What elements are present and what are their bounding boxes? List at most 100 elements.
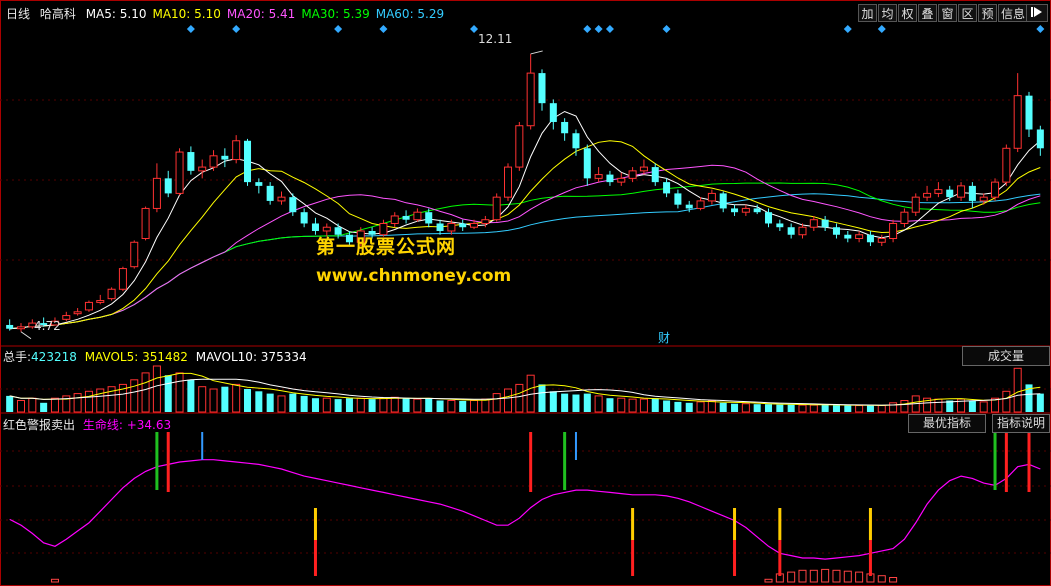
volume-bar bbox=[73, 393, 82, 413]
volume-bar bbox=[515, 383, 524, 413]
volume-bar bbox=[741, 403, 750, 413]
green-signal-bar bbox=[993, 432, 997, 490]
volume-bar bbox=[289, 393, 297, 412]
volume-total-label: 总手: bbox=[3, 350, 32, 364]
event-marker bbox=[186, 25, 195, 33]
volume-bar bbox=[175, 372, 184, 413]
sell-signal-bar bbox=[529, 432, 533, 492]
volume-bar bbox=[707, 400, 716, 413]
candle-body bbox=[16, 326, 26, 330]
volume-bar bbox=[152, 365, 161, 413]
candle-body bbox=[515, 125, 524, 168]
candle-body bbox=[425, 212, 433, 224]
candle-body bbox=[141, 207, 150, 240]
candle-body bbox=[561, 121, 569, 134]
candle-body bbox=[877, 238, 886, 243]
candle-body bbox=[538, 73, 546, 104]
candle-body bbox=[130, 241, 139, 268]
candle-body bbox=[719, 193, 727, 209]
volume-total-value: 423218 bbox=[31, 350, 77, 364]
candle-body bbox=[311, 223, 319, 231]
volume-indicator-button[interactable]: 成交量 bbox=[962, 346, 1050, 366]
candle-body bbox=[572, 133, 580, 149]
event-marker bbox=[594, 25, 603, 33]
indicator-header: 红色警报卖出 生命线: +34.63 bbox=[3, 416, 171, 433]
candle-body bbox=[855, 234, 864, 240]
volume-bar bbox=[130, 379, 139, 413]
volume-bar bbox=[1002, 390, 1011, 413]
volume-bar bbox=[900, 400, 909, 413]
candle-body bbox=[707, 192, 716, 202]
volume-bar bbox=[753, 404, 761, 412]
candle-body bbox=[470, 222, 479, 228]
volume-bar bbox=[832, 405, 840, 412]
event-marker bbox=[470, 25, 479, 33]
candle-body bbox=[696, 200, 705, 209]
candle-body bbox=[663, 182, 671, 194]
volume-bar bbox=[447, 400, 456, 413]
volume-bar bbox=[1013, 367, 1022, 413]
volume-bar bbox=[651, 398, 659, 412]
candle-body bbox=[73, 311, 82, 315]
ma10-line bbox=[9, 140, 1041, 330]
volume-bar bbox=[663, 400, 671, 412]
candle-body bbox=[300, 212, 308, 224]
best-indicator-button[interactable]: 最优指标 bbox=[908, 414, 986, 433]
volume-bar bbox=[266, 393, 274, 412]
candle-body bbox=[685, 204, 693, 209]
yellow-signal-red-part bbox=[778, 540, 782, 576]
volume-bar bbox=[28, 397, 37, 413]
event-marker bbox=[334, 25, 343, 33]
volume-bar bbox=[809, 404, 818, 413]
candle-body bbox=[6, 324, 14, 329]
volume-bar bbox=[425, 398, 433, 412]
candle-body bbox=[821, 219, 829, 228]
candle-body bbox=[674, 193, 682, 205]
candle-body bbox=[900, 211, 909, 224]
candle-body bbox=[107, 288, 116, 300]
event-marker bbox=[877, 25, 886, 33]
candle-body bbox=[934, 189, 943, 194]
mavol10-label: MAVOL10: 375334 bbox=[195, 350, 307, 364]
candle-body bbox=[651, 167, 659, 183]
candle-body bbox=[946, 189, 954, 198]
candle-body bbox=[979, 196, 988, 202]
indicator-bar bbox=[809, 569, 818, 583]
indicator-bar bbox=[877, 575, 886, 583]
candle-body bbox=[481, 219, 490, 224]
mavol5-label: MAVOL5: 351482 bbox=[84, 350, 188, 364]
volume-bar bbox=[696, 401, 705, 413]
yellow-signal-red-part bbox=[733, 540, 737, 576]
yellow-signal-bar bbox=[733, 508, 737, 540]
finance-marker[interactable]: 财 bbox=[658, 329, 670, 346]
life-line-label: 生命线: +34.63 bbox=[82, 418, 172, 432]
volume-bar bbox=[1036, 393, 1044, 412]
green-signal-bar bbox=[563, 432, 567, 490]
candle-body bbox=[187, 152, 195, 171]
volume-bar bbox=[968, 400, 976, 412]
volume-bar bbox=[164, 375, 172, 412]
event-marker bbox=[379, 25, 388, 33]
volume-bar bbox=[572, 394, 580, 412]
candle-body bbox=[390, 215, 399, 224]
price-high-label: 12.11 bbox=[478, 32, 513, 46]
candle-body bbox=[991, 181, 1000, 198]
volume-bar bbox=[96, 388, 105, 413]
yellow-signal-bar bbox=[778, 508, 782, 540]
candle-body bbox=[447, 222, 456, 232]
candle-body bbox=[776, 223, 784, 228]
volume-bar bbox=[787, 404, 795, 412]
candle-body bbox=[289, 197, 297, 213]
candle-body bbox=[175, 151, 184, 194]
indicator-help-button[interactable]: 指标说明 bbox=[992, 414, 1050, 433]
volume-bar bbox=[368, 399, 376, 412]
candle-body bbox=[787, 227, 795, 235]
candle-body bbox=[968, 185, 976, 201]
candle-body bbox=[1002, 147, 1011, 183]
volume-bar bbox=[379, 397, 388, 413]
yellow-signal-bar bbox=[868, 508, 872, 540]
volume-bar bbox=[356, 397, 365, 413]
indicator-bar bbox=[50, 578, 59, 583]
candle-body bbox=[832, 227, 840, 235]
volume-bar bbox=[277, 395, 286, 413]
